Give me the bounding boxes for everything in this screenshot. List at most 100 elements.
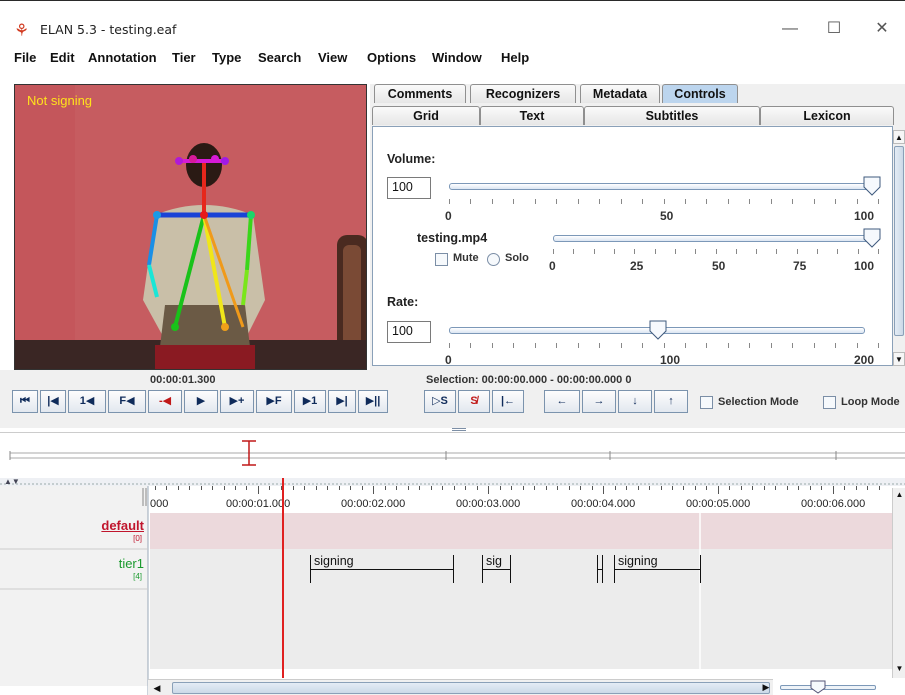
ruler-tick — [764, 486, 765, 490]
annotation[interactable]: signing — [310, 554, 454, 583]
volume-thumb-icon[interactable] — [863, 176, 881, 196]
tab-subtitles[interactable]: Subtitles — [584, 106, 760, 125]
play-selection-s-button[interactable]: ▷S — [424, 390, 456, 413]
elan-logo-icon: ⚘ — [14, 21, 30, 40]
tab-text[interactable]: Text — [480, 106, 584, 125]
ruler-tick — [246, 486, 247, 490]
h-scroll-thumb[interactable] — [172, 682, 770, 694]
media-tick-label: 25 — [630, 259, 644, 273]
menu-edit[interactable]: Edit — [50, 50, 75, 65]
scroll-thumb[interactable] — [894, 146, 904, 336]
tier-count-default: [0] — [133, 534, 142, 543]
media-volume-scale: 0 25 50 75 100 — [549, 249, 879, 277]
step-back-frame-button[interactable]: F◀ — [108, 390, 146, 413]
rate-thumb-icon[interactable] — [649, 320, 667, 340]
play-back-selection-button[interactable]: -◀ — [148, 390, 182, 413]
step-forward-1s-button[interactable]: ▶1 — [294, 390, 326, 413]
move-right-button[interactable]: → — [582, 390, 616, 413]
previous-frame-button[interactable]: |◀ — [40, 390, 66, 413]
rate-slider[interactable] — [449, 319, 865, 345]
media-tick — [837, 249, 838, 254]
menu-search[interactable]: Search — [258, 50, 301, 65]
zoom-slider[interactable] — [780, 680, 880, 694]
mute-checkbox[interactable] — [435, 253, 448, 266]
loop-mode-label: Loop Mode — [841, 396, 900, 408]
go-to-begin-button[interactable]: ⏮ — [12, 390, 38, 413]
play-button[interactable]: ▶ — [184, 390, 218, 413]
tab-lexicon[interactable]: Lexicon — [760, 106, 894, 125]
go-to-end-button[interactable]: ▶|| — [358, 390, 388, 413]
menu-window[interactable]: Window — [432, 50, 482, 65]
scroll-down-icon[interactable]: ▼ — [894, 662, 905, 676]
volume-tick — [792, 199, 793, 204]
volume-tick — [857, 199, 858, 204]
video-viewer[interactable]: Not signing — [14, 84, 367, 370]
menu-view[interactable]: View — [318, 50, 347, 65]
tab-recognizers[interactable]: Recognizers — [470, 84, 576, 103]
tab-controls[interactable]: Controls — [662, 84, 738, 103]
volume-tick — [621, 199, 622, 204]
tab-grid[interactable]: Grid — [372, 106, 480, 125]
media-track[interactable] — [553, 235, 879, 242]
move-down-button[interactable]: ↓ — [618, 390, 652, 413]
menu-help[interactable]: Help — [501, 50, 529, 65]
ruler-tick — [488, 486, 489, 494]
close-button[interactable]: ✕ — [862, 16, 902, 42]
rate-tick — [685, 343, 686, 348]
solo-radio[interactable] — [487, 253, 500, 266]
menu-options[interactable]: Options — [367, 50, 416, 65]
scroll-up-icon[interactable]: ▲ — [893, 130, 905, 144]
horizontal-scrollbar[interactable]: ◀ — [148, 679, 773, 695]
rate-tick — [771, 343, 772, 348]
volume-slider[interactable] — [449, 175, 881, 201]
volume-track[interactable] — [449, 183, 879, 190]
tier-label-default[interactable]: default — [101, 518, 144, 533]
menu-file[interactable]: File — [14, 50, 36, 65]
menu-tier[interactable]: Tier — [172, 50, 196, 65]
ruler-label: 00:00:06.000 — [801, 498, 866, 510]
annotation[interactable] — [597, 555, 603, 583]
tier-label-tier1[interactable]: tier1 — [119, 556, 144, 571]
annotation[interactable]: signing — [614, 554, 701, 583]
menu-type[interactable]: Type — [212, 50, 241, 65]
move-left-button[interactable]: ← — [544, 390, 580, 413]
go-to-selection-start-button[interactable]: |← — [492, 390, 524, 413]
annotation[interactable]: sig — [482, 554, 511, 583]
loop-mode-checkbox[interactable] — [823, 396, 836, 409]
timeline-overview[interactable] — [0, 432, 905, 477]
ruler-tick — [511, 486, 512, 490]
selection-readout: Selection: 00:00:00.000 - 00:00:00.000 0 — [426, 374, 632, 386]
play-selection-button[interactable]: ▶+ — [220, 390, 254, 413]
ruler-tick — [454, 486, 455, 490]
step-back-1s-button[interactable]: 1◀ — [68, 390, 106, 413]
rate-input[interactable]: 100 — [387, 321, 431, 343]
ruler-tick — [304, 486, 305, 490]
annotation-viewer[interactable]: ▲▼ 000 00:00:01.000 00:00:02.000 00:00:03.0… — [0, 478, 905, 695]
tab-metadata[interactable]: Metadata — [580, 84, 660, 103]
volume-input[interactable]: 100 — [387, 177, 431, 199]
menu-annotation[interactable]: Annotation — [88, 50, 157, 65]
media-thumb-icon[interactable] — [863, 228, 881, 248]
tier-scrollbar[interactable]: ▲ ▼ — [892, 488, 905, 678]
move-up-button[interactable]: ↑ — [654, 390, 688, 413]
media-tick-label: 100 — [854, 259, 875, 273]
zoom-thumb-icon[interactable] — [810, 680, 826, 694]
scroll-left-icon[interactable]: ◀ — [150, 681, 164, 695]
scroll-up-icon[interactable]: ▲ — [894, 488, 905, 502]
step-forward-frame-button[interactable]: ▶F — [256, 390, 292, 413]
controls-scrollbar[interactable]: ▲ ▼ — [893, 130, 905, 366]
scroll-right-icon[interactable]: ▶ — [760, 680, 772, 694]
minimize-button[interactable]: — — [770, 16, 810, 42]
selection-mode-checkbox[interactable] — [700, 396, 713, 409]
media-tick — [736, 249, 737, 254]
ruler-tick — [798, 486, 799, 490]
scroll-down-icon[interactable]: ▼ — [893, 352, 905, 366]
split-pane-divider[interactable] — [452, 428, 466, 431]
maximize-button[interactable]: ☐ — [814, 16, 854, 42]
rate-tick — [728, 343, 729, 348]
rate-tick — [513, 343, 514, 348]
next-frame-button[interactable]: ▶| — [328, 390, 356, 413]
tab-comments[interactable]: Comments — [374, 84, 466, 103]
tier-count-tier1: [4] — [133, 572, 142, 581]
clear-selection-button[interactable]: S̸ — [458, 390, 490, 413]
